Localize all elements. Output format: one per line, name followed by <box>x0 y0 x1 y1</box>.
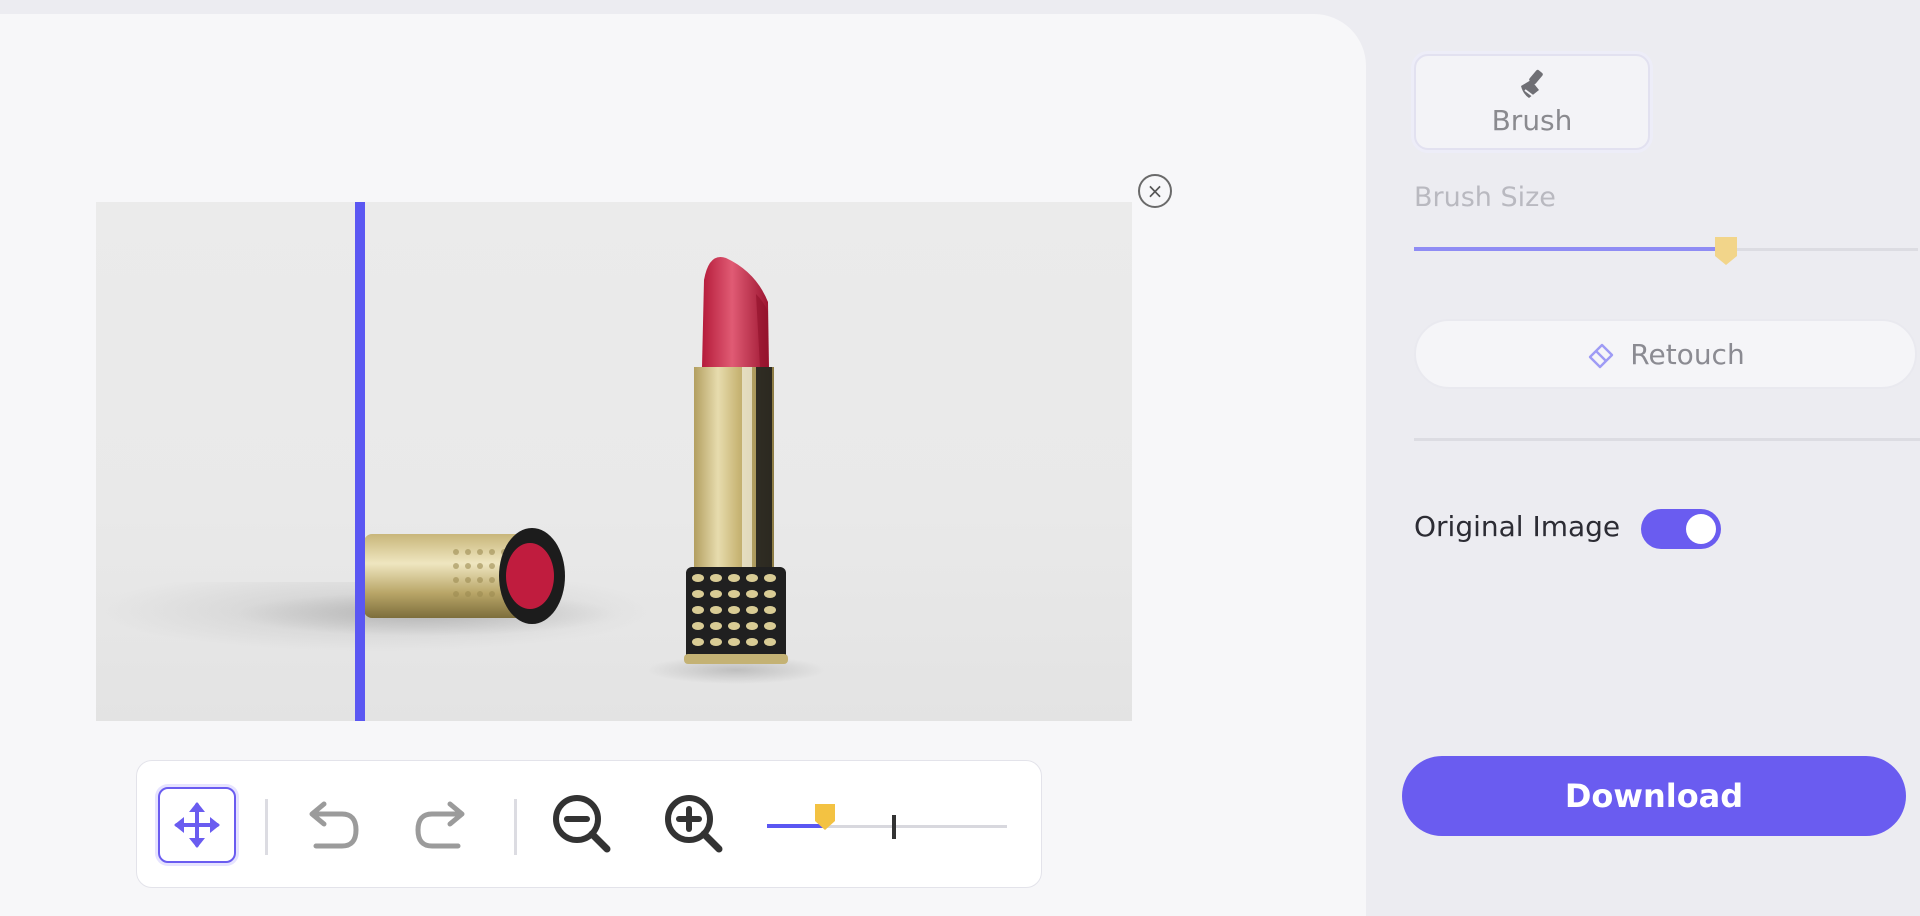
redo-button[interactable] <box>407 791 477 861</box>
move-arrows-icon <box>174 802 220 848</box>
brush-size-thumb[interactable] <box>1714 236 1738 266</box>
zoom-slider[interactable] <box>767 801 1009 851</box>
brush-size-label: Brush Size <box>1414 182 1556 213</box>
toggle-knob <box>1686 514 1716 544</box>
canvas-panel: × <box>0 14 1366 916</box>
image-canvas[interactable] <box>96 202 1132 721</box>
toolbar-separator <box>514 799 517 855</box>
lipstick-image <box>236 256 826 684</box>
bottom-toolbar <box>136 760 1042 888</box>
toolbar-separator <box>265 799 268 855</box>
original-image-toggle[interactable] <box>1641 509 1721 549</box>
brush-tab[interactable]: Brush <box>1414 54 1650 150</box>
retouch-button[interactable]: Retouch <box>1414 319 1917 389</box>
zoom-default-marker <box>892 815 896 839</box>
close-image-button[interactable]: × <box>1138 174 1172 208</box>
brush-size-fill <box>1414 247 1726 251</box>
zoom-in-button[interactable] <box>659 787 729 861</box>
download-button[interactable]: Download <box>1402 756 1906 836</box>
zoom-out-button[interactable] <box>547 787 617 861</box>
undo-icon <box>309 801 359 849</box>
move-tool-button[interactable] <box>158 787 236 863</box>
brush-size-slider[interactable] <box>1414 236 1918 276</box>
zoom-slider-thumb[interactable] <box>814 803 836 831</box>
undo-button[interactable] <box>297 791 367 861</box>
original-image-label: Original Image <box>1414 510 1621 543</box>
compare-divider-handle[interactable] <box>355 202 365 721</box>
download-label: Download <box>1564 777 1744 815</box>
redo-icon <box>415 801 465 849</box>
zoom-in-icon <box>665 795 723 853</box>
eraser-icon <box>1589 343 1614 369</box>
zoom-out-icon <box>553 795 611 853</box>
retouch-label: Retouch <box>1630 337 1745 371</box>
brush-tab-label: Brush <box>1491 104 1573 137</box>
panel-divider <box>1414 438 1920 441</box>
brush-icon <box>1521 69 1543 98</box>
close-icon: × <box>1146 179 1164 203</box>
